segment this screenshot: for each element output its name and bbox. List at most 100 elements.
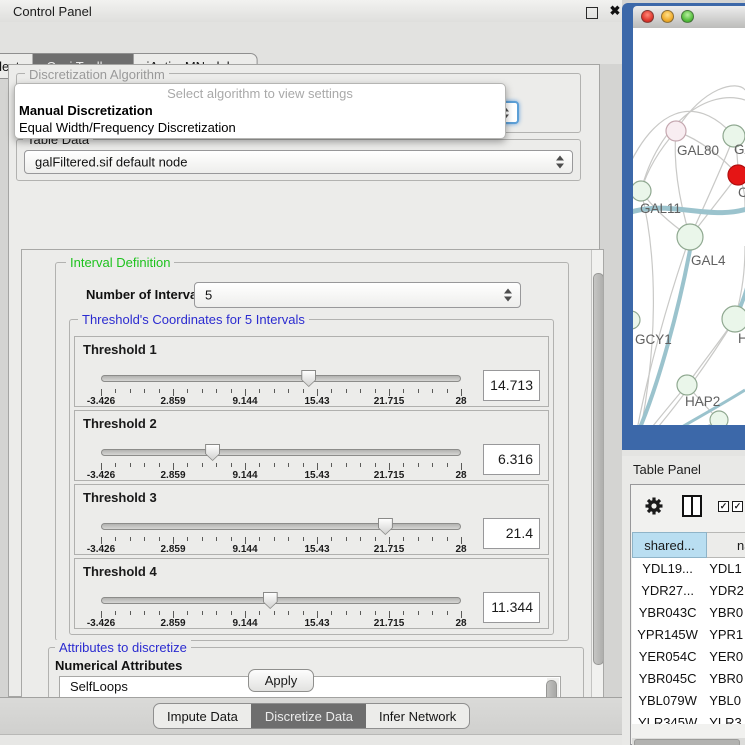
close-traffic-light-icon[interactable] bbox=[641, 10, 654, 23]
slider-track[interactable] bbox=[101, 375, 461, 382]
table-row[interactable]: YBL079WYBL0 bbox=[632, 690, 745, 712]
tick-label: 2.859 bbox=[160, 618, 185, 629]
close-icon[interactable]: ✖ bbox=[607, 2, 623, 20]
settings-scrollbar-thumb[interactable] bbox=[593, 273, 604, 665]
checkbox-icon[interactable]: ✓ bbox=[732, 501, 743, 512]
table-data-combobox[interactable]: galFiltered.sif default node bbox=[24, 150, 573, 174]
settings-scroll-area: Interval Definition Number of Intervals … bbox=[21, 249, 604, 729]
slider-thumb[interactable] bbox=[263, 592, 278, 609]
tick-label: 9.144 bbox=[232, 470, 257, 481]
tick-label: -3.426 bbox=[87, 618, 115, 629]
network-node-gal4[interactable] bbox=[677, 224, 703, 250]
cell-shared-name: YPR145W bbox=[632, 624, 703, 646]
interval-definition-group: Interval Definition Number of Intervals … bbox=[55, 262, 569, 641]
table-row[interactable]: YLR345WYLR3 bbox=[632, 712, 745, 724]
number-of-intervals-combobox[interactable]: 5 bbox=[194, 282, 521, 308]
table-rows: YDL19...YDL1YDR27...YDR2YBR043CYBR0YPR14… bbox=[632, 558, 745, 724]
network-node-label: GAL80 bbox=[677, 143, 719, 158]
cell-shared-name: YDL19... bbox=[632, 558, 703, 580]
float-window-icon[interactable] bbox=[586, 7, 598, 19]
network-node-label: GA bbox=[734, 142, 745, 157]
algorithm-dropdown-popup: Select algorithm to view settings Manual… bbox=[14, 83, 506, 139]
network-node-gcy1[interactable] bbox=[633, 311, 640, 329]
tab-impute-data[interactable]: Impute Data bbox=[154, 704, 251, 728]
thresholds-group: Threshold's Coordinates for 5 Intervals … bbox=[69, 319, 554, 635]
slider-tick-labels: -3.4262.8599.14415.4321.71528 bbox=[101, 544, 461, 555]
popup-placeholder-item[interactable]: Select algorithm to view settings bbox=[15, 86, 505, 101]
table-toolbar: ✓ ✓ bbox=[631, 485, 745, 532]
tick-label: 9.144 bbox=[232, 544, 257, 555]
network-node-gal11[interactable] bbox=[633, 181, 651, 201]
slider-tick-labels: -3.4262.8599.14415.4321.71528 bbox=[101, 396, 461, 407]
tab-infer-network[interactable]: Infer Network bbox=[366, 704, 469, 728]
network-svg: GAL80GACGAL11GAL4GCY1HHAP2 bbox=[633, 28, 745, 425]
network-window-titlebar[interactable] bbox=[633, 6, 745, 29]
column-header-na[interactable]: na bbox=[707, 532, 745, 558]
threshold-panel-4: Threshold 4-3.4262.8599.14415.4321.71528… bbox=[74, 558, 549, 629]
table-panel: Table Panel ✓ ✓ shared...na YD bbox=[622, 456, 745, 745]
table-row[interactable]: YDR27...YDR2 bbox=[632, 580, 745, 602]
threshold-value-field[interactable]: 14.713 bbox=[483, 370, 540, 401]
threshold-panel-1: Threshold 1-3.4262.8599.14415.4321.71528… bbox=[74, 336, 549, 407]
table-row[interactable]: YBR045CYBR0 bbox=[632, 668, 745, 690]
app-root: Control Panel ✖ NetworkStyleSelectCyni T… bbox=[0, 0, 745, 745]
cell-name: YDR2 bbox=[703, 580, 745, 602]
slider-thumb[interactable] bbox=[301, 370, 316, 387]
tick-label: -3.426 bbox=[87, 470, 115, 481]
popup-option-equal-width[interactable]: Equal Width/Frequency Discretization bbox=[19, 120, 236, 135]
network-canvas[interactable]: GAL80GACGAL11GAL4GCY1HHAP2 bbox=[633, 28, 745, 425]
slider-thumb[interactable] bbox=[205, 444, 220, 461]
table-row[interactable]: YDL19...YDL1 bbox=[632, 558, 745, 580]
discretization-algorithm-label: Discretization Algorithm bbox=[25, 67, 169, 82]
table-row[interactable]: YPR145WYPR1 bbox=[632, 624, 745, 646]
slider-thumb[interactable] bbox=[378, 518, 393, 535]
panel-title: Control Panel bbox=[13, 4, 92, 19]
network-edge[interactable] bbox=[676, 86, 745, 131]
slider-tick-labels: -3.4262.8599.14415.4321.71528 bbox=[101, 470, 461, 481]
tab-discretize-data[interactable]: Discretize Data bbox=[251, 704, 366, 728]
settings-vertical-scrollbar[interactable] bbox=[591, 250, 604, 729]
table-horizontal-scrollbar[interactable] bbox=[632, 738, 745, 745]
checkbox-icon[interactable]: ✓ bbox=[718, 501, 729, 512]
cell-shared-name: YBL079W bbox=[632, 690, 703, 712]
column-header-shared[interactable]: shared... bbox=[632, 532, 707, 558]
network-node-c[interactable] bbox=[728, 165, 745, 185]
threshold-value-field[interactable]: 21.4 bbox=[483, 518, 540, 549]
tick-label: 28 bbox=[455, 396, 466, 407]
tick-label: 15.43 bbox=[304, 544, 329, 555]
network-node-hap2[interactable] bbox=[677, 375, 697, 395]
network-edge[interactable] bbox=[635, 420, 719, 425]
threshold-value-field[interactable]: 11.344 bbox=[483, 592, 540, 623]
columns-icon[interactable] bbox=[682, 495, 702, 517]
threshold-label: Threshold 2 bbox=[83, 416, 157, 431]
zoom-traffic-light-icon[interactable] bbox=[681, 10, 694, 23]
slider-track[interactable] bbox=[101, 523, 461, 530]
table-row[interactable]: YER054CYER0 bbox=[632, 646, 745, 668]
threshold-value-field[interactable]: 6.316 bbox=[483, 444, 540, 475]
network-node-gal80[interactable] bbox=[666, 121, 686, 141]
network-view-window: GAL80GACGAL11GAL4GCY1HHAP2 bbox=[622, 3, 745, 450]
cell-name: YDL1 bbox=[703, 558, 745, 580]
tick-label: 2.859 bbox=[160, 544, 185, 555]
network-node-h[interactable] bbox=[722, 306, 745, 332]
tick-label: 2.859 bbox=[160, 470, 185, 481]
tick-label: 28 bbox=[455, 470, 466, 481]
apply-button[interactable]: Apply bbox=[248, 669, 314, 692]
popup-option-manual[interactable]: Manual Discretization bbox=[19, 103, 153, 118]
tab-label: Infer Network bbox=[379, 709, 456, 724]
slider-track[interactable] bbox=[101, 597, 461, 604]
network-node-label: H bbox=[738, 331, 745, 346]
thresholds-group-label: Threshold's Coordinates for 5 Intervals bbox=[78, 312, 309, 327]
tick-label: 28 bbox=[455, 544, 466, 555]
minimize-traffic-light-icon[interactable] bbox=[661, 10, 674, 23]
network-node[interactable] bbox=[710, 411, 728, 425]
attributes-group-label: Attributes to discretize bbox=[55, 640, 191, 655]
table-hscrollbar-thumb[interactable] bbox=[634, 739, 740, 745]
tick-label: 9.144 bbox=[232, 396, 257, 407]
table-row[interactable]: YBR043CYBR0 bbox=[632, 602, 745, 624]
slider-track[interactable] bbox=[101, 449, 461, 456]
gear-icon[interactable] bbox=[644, 496, 664, 516]
cell-shared-name: YDR27... bbox=[632, 580, 703, 602]
cell-shared-name: YER054C bbox=[632, 646, 703, 668]
cyni-toolbox-panel: Discretization Algorithm Select algorith… bbox=[8, 64, 600, 697]
